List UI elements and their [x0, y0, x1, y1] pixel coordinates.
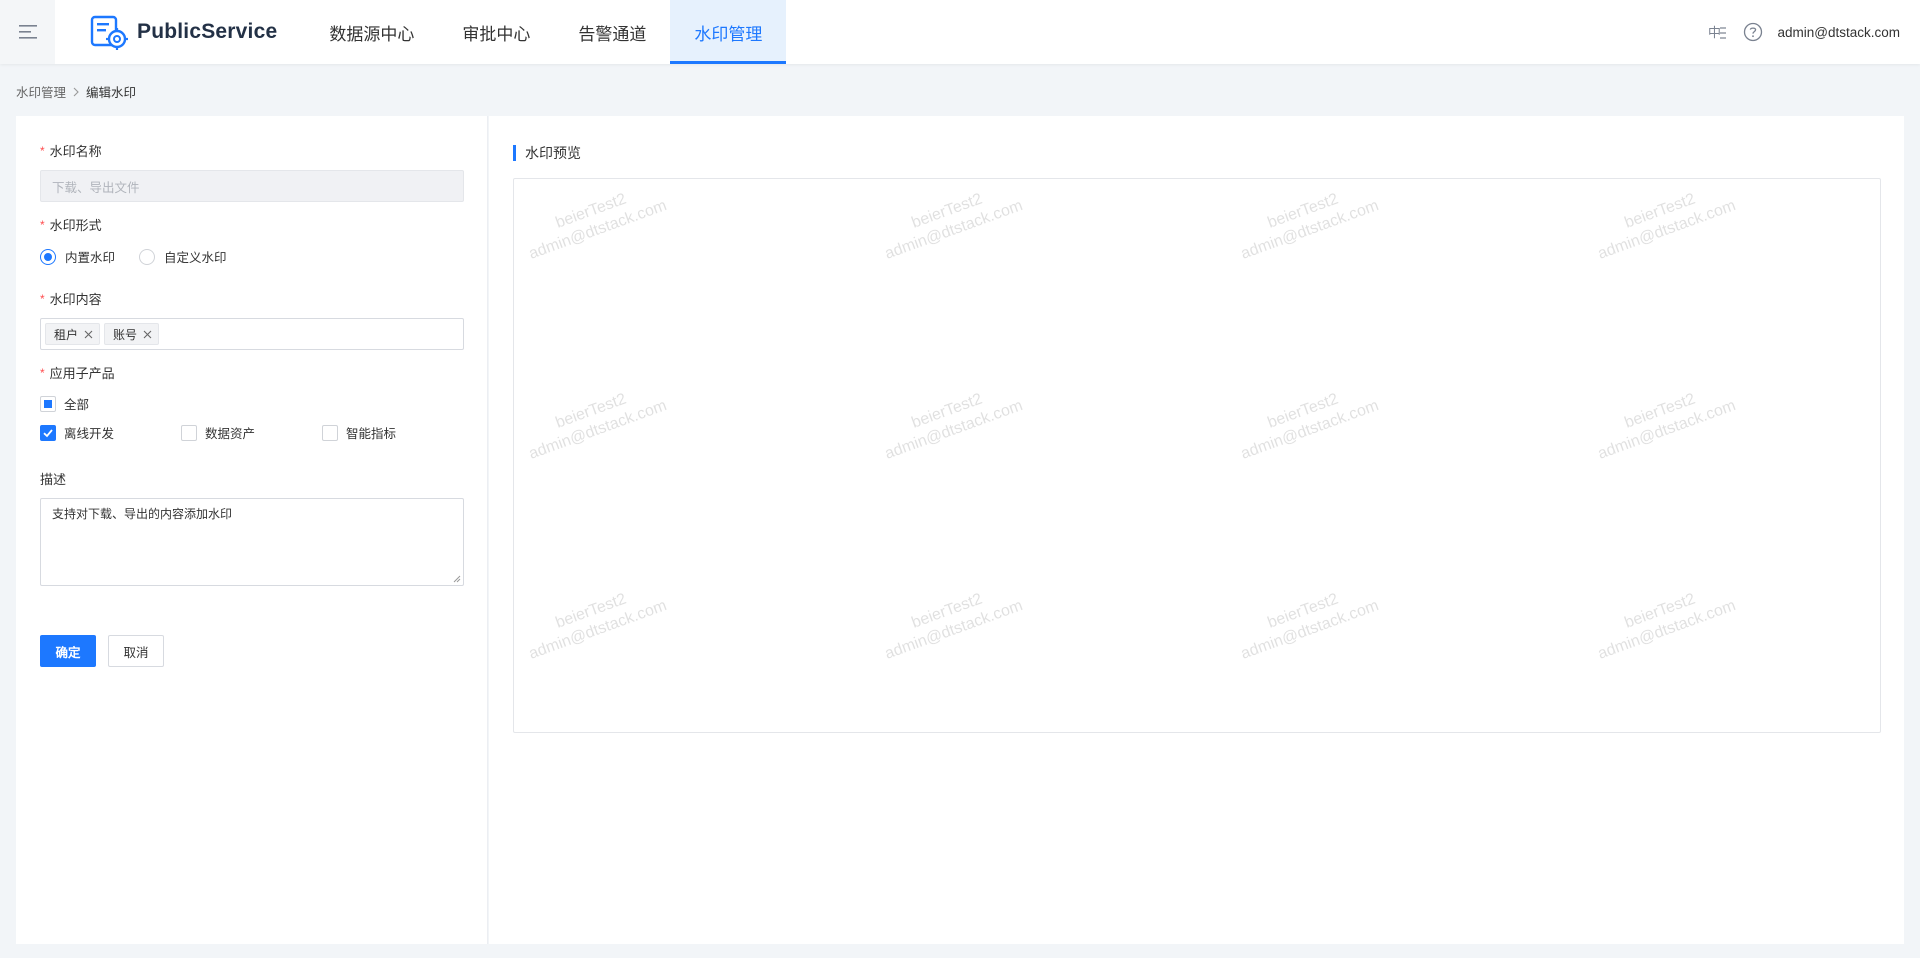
watermark-content-label: 水印内容 — [49, 292, 102, 307]
nav-alert-channel[interactable]: 告警通道 — [554, 0, 670, 64]
preview-title: 水印预览 — [513, 143, 581, 163]
sub-products-field: * 应用子产品 全部 离线开发 数据资产 智能指标 — [40, 363, 464, 442]
watermark-name-field: * 水印名称 下载、导出文件 — [40, 141, 464, 202]
watermark-tile: beierTest2 admin@dtstack.com — [1232, 377, 1382, 464]
close-icon[interactable] — [143, 330, 152, 339]
watermark-preview-panel: 水印预览 beierTest2 admin@dtstack.com beierTes… — [489, 116, 1904, 944]
public-service-logo-icon — [90, 15, 128, 50]
resize-grip-icon[interactable] — [453, 575, 461, 583]
main-nav: 数据源中心 审批中心 告警通道 水印管理 — [305, 0, 787, 64]
breadcrumb-watermark-management[interactable]: 水印管理 — [16, 82, 66, 101]
nav-datasource-center[interactable]: 数据源中心 — [305, 0, 438, 64]
watermark-form-panel: * 水印名称 下载、导出文件 * 水印形式 内置水印 自定义水印 * 水印内容 租户 … — [16, 116, 488, 944]
radio-custom-label: 自定义水印 — [164, 251, 227, 265]
checkbox-data-assets[interactable]: 数据资产 — [181, 423, 322, 442]
content-tag-account: 账号 — [104, 323, 160, 345]
chevron-right-icon — [72, 87, 80, 97]
required-mark: * — [40, 143, 45, 158]
help-button[interactable] — [1742, 21, 1764, 43]
sub-products-label: 应用子产品 — [49, 366, 115, 381]
watermark-name-label: 水印名称 — [49, 144, 102, 159]
radio-dot — [139, 248, 156, 265]
brand-logo[interactable]: PublicService — [90, 14, 277, 50]
checkbox-box — [40, 395, 56, 412]
language-switch-button[interactable]: 中 — [1706, 21, 1728, 43]
close-icon[interactable] — [84, 330, 93, 339]
watermark-tile: beierTest2 admin@dtstack.com — [876, 577, 1026, 664]
watermark-tile: beierTest2 admin@dtstack.com — [876, 179, 1026, 265]
checkbox-all-label: 全部 — [64, 398, 90, 412]
nav-watermark-management[interactable]: 水印管理 — [670, 0, 787, 64]
content-tag-account-label: 账号 — [113, 327, 138, 342]
cancel-button[interactable]: 取消 — [108, 635, 164, 667]
watermark-tile: beierTest2 admin@dtstack.com — [1232, 179, 1382, 265]
watermark-tile: beierTest2 admin@dtstack.com — [1589, 179, 1739, 265]
menu-toggle-button[interactable] — [0, 0, 55, 64]
required-mark: * — [40, 365, 45, 380]
checkbox-offline-dev-label: 离线开发 — [64, 427, 115, 441]
watermark-tile: beierTest2 admin@dtstack.com — [520, 377, 670, 464]
title-accent-bar — [513, 145, 516, 161]
radio-dot — [40, 248, 56, 265]
checkbox-data-assets-label: 数据资产 — [205, 427, 256, 441]
svg-text:中: 中 — [1708, 26, 1721, 41]
watermark-content-select[interactable]: 租户 账号 — [40, 318, 464, 350]
brand-name: PublicService — [137, 20, 278, 43]
preview-title-text: 水印预览 — [525, 145, 581, 161]
watermark-form-type-field: * 水印形式 内置水印 自定义水印 — [40, 215, 464, 266]
checkbox-smart-metrics-label: 智能指标 — [346, 427, 397, 441]
watermark-form-type-label: 水印形式 — [49, 218, 102, 233]
checkbox-all-products[interactable]: 全部 — [40, 394, 181, 413]
required-mark: * — [40, 217, 45, 232]
radio-custom-watermark[interactable]: 自定义水印 — [139, 247, 227, 266]
menu-icon — [18, 25, 37, 39]
checkbox-smart-metrics[interactable]: 智能指标 — [322, 423, 463, 442]
description-label: 描述 — [40, 472, 67, 487]
watermark-tile: beierTest2 admin@dtstack.com — [520, 179, 670, 265]
watermark-name-input[interactable]: 下载、导出文件 — [40, 170, 464, 202]
top-header: PublicService 数据源中心 审批中心 告警通道 水印管理 中 adm… — [0, 0, 1920, 64]
watermark-form-type-radio-group: 内置水印 自定义水印 — [40, 247, 464, 266]
checkbox-box — [322, 424, 338, 441]
radio-builtin-watermark[interactable]: 内置水印 — [40, 247, 115, 266]
help-icon — [1743, 22, 1762, 42]
content-tag-tenant: 租户 — [45, 323, 101, 345]
watermark-tile: beierTest2 admin@dtstack.com — [520, 577, 670, 664]
checkbox-box — [181, 424, 197, 441]
language-icon: 中 — [1708, 26, 1726, 41]
confirm-button[interactable]: 确定 — [40, 635, 96, 667]
breadcrumb: 水印管理 编辑水印 — [16, 82, 136, 101]
required-mark: * — [40, 291, 45, 306]
content-tag-tenant-label: 租户 — [54, 327, 79, 342]
user-account[interactable]: admin@dtstack.com — [1778, 25, 1901, 40]
watermark-tile: beierTest2 admin@dtstack.com — [1232, 577, 1382, 664]
watermark-name-placeholder: 下载、导出文件 — [52, 180, 140, 195]
watermark-tile: beierTest2 admin@dtstack.com — [1589, 377, 1739, 464]
description-value: 支持对下载、导出的内容添加水印 — [52, 507, 233, 521]
form-actions: 确定 取消 — [40, 635, 164, 667]
description-field: 描述 支持对下载、导出的内容添加水印 — [40, 469, 464, 586]
watermark-content-field: * 水印内容 租户 账号 — [40, 289, 464, 350]
watermark-tile: beierTest2 admin@dtstack.com — [1589, 577, 1739, 664]
checkbox-box — [40, 424, 56, 441]
watermark-tile: beierTest2 admin@dtstack.com — [876, 377, 1026, 464]
watermark-preview-area: beierTest2 admin@dtstack.com beierTest2 adm… — [513, 178, 1881, 733]
header-actions: 中 admin@dtstack.com — [1692, 21, 1920, 43]
checkbox-offline-dev[interactable]: 离线开发 — [40, 423, 181, 442]
check-icon — [43, 428, 53, 437]
breadcrumb-current: 编辑水印 — [86, 86, 137, 100]
nav-approval-center[interactable]: 审批中心 — [438, 0, 554, 64]
description-textarea[interactable]: 支持对下载、导出的内容添加水印 — [40, 498, 464, 586]
radio-builtin-label: 内置水印 — [65, 251, 116, 265]
